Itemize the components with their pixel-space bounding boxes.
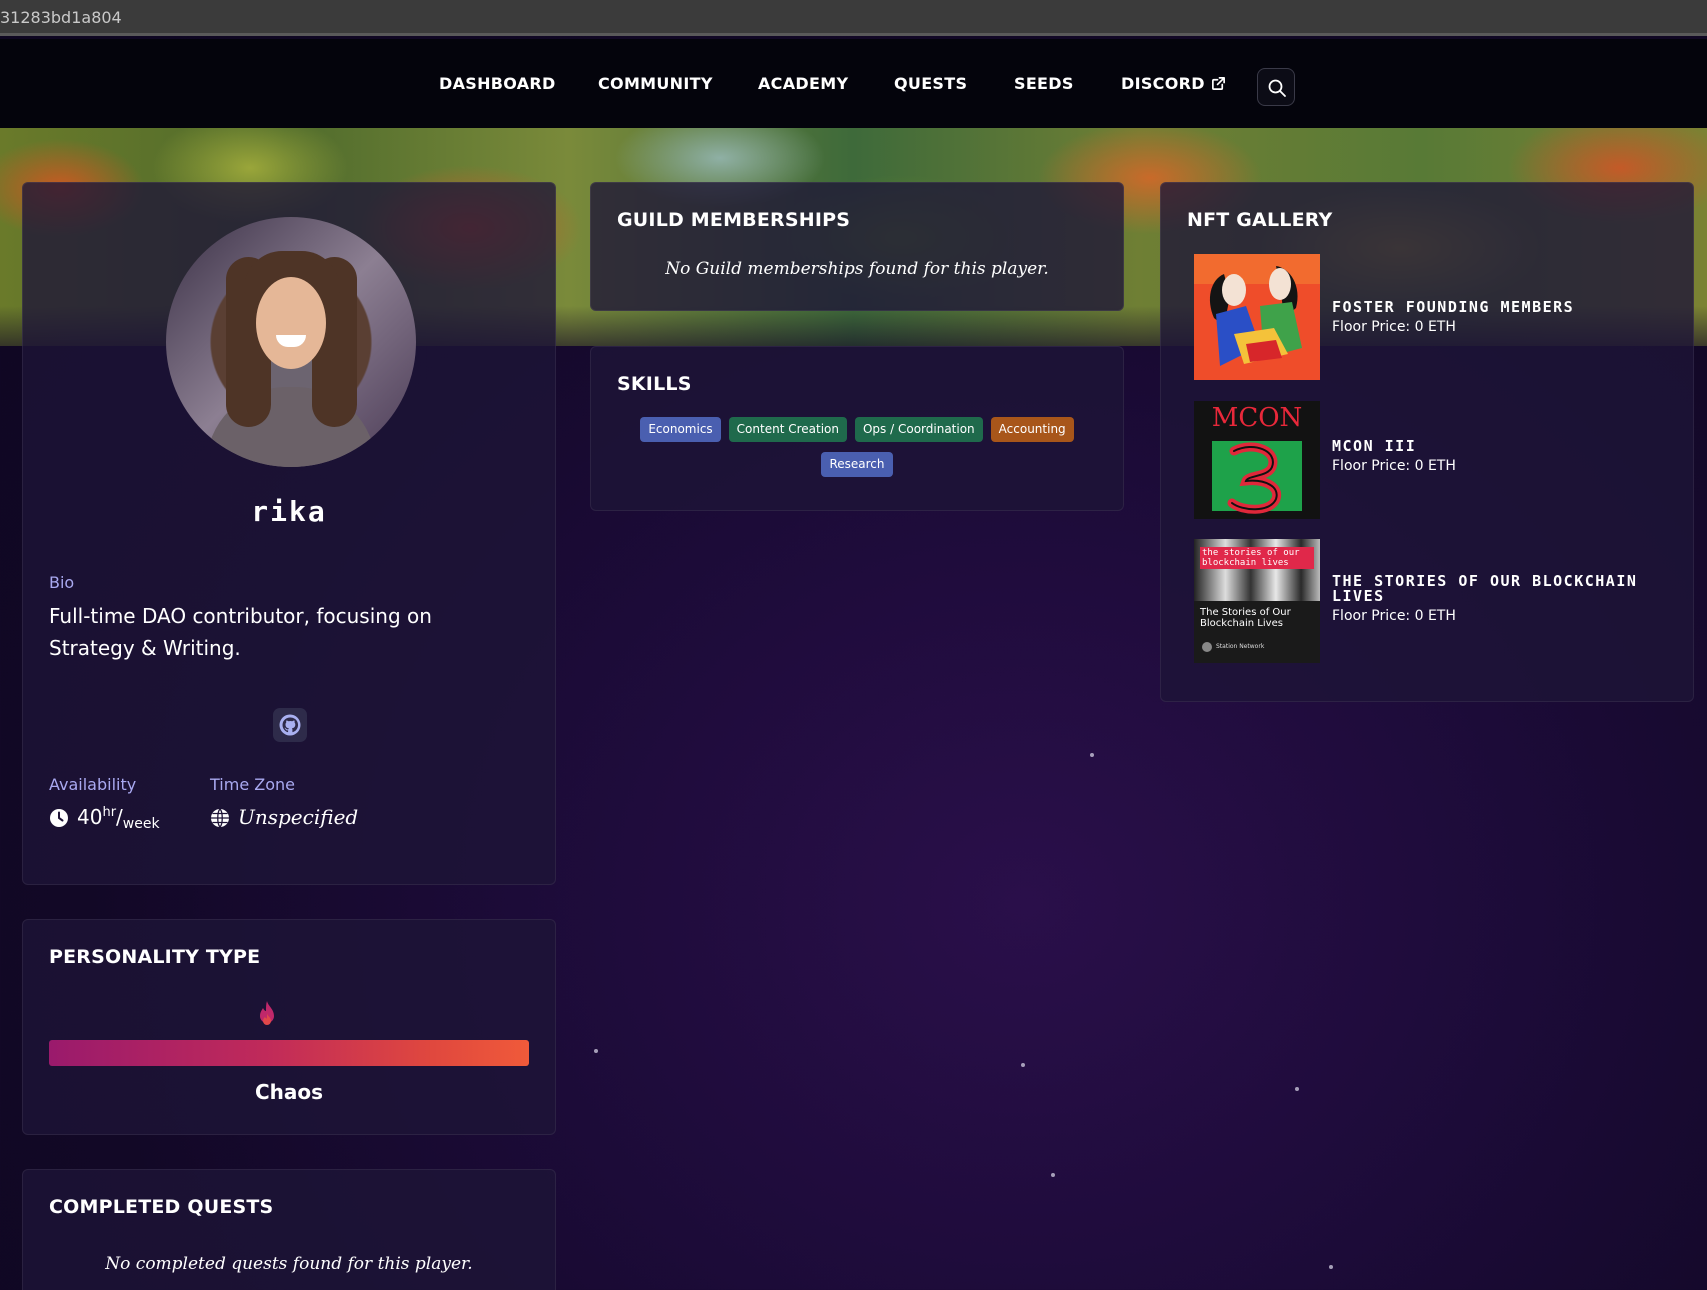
star-decoration — [1329, 1265, 1333, 1269]
github-link[interactable] — [273, 708, 307, 742]
timezone-value: Unspecified — [210, 805, 358, 833]
stories-thumb-caption: The Stories of Our Blockchain Lives — [1200, 607, 1291, 629]
flame-icon — [255, 1000, 279, 1035]
browser-url-bar[interactable]: 31283bd1a804 — [0, 0, 1707, 36]
globe-icon — [210, 808, 230, 833]
username: rika — [251, 495, 327, 528]
nft-gallery-title: NFT GALLERY — [1187, 209, 1333, 231]
skills-tag-list: Economics Content Creation Ops / Coordinat… — [617, 417, 1097, 487]
guild-memberships-title: GUILD MEMBERSHIPS — [617, 209, 851, 231]
star-decoration — [1295, 1087, 1299, 1091]
nft-thumbnail[interactable]: MCON — [1194, 401, 1320, 519]
search-icon — [1268, 79, 1286, 97]
nav-seeds[interactable]: SEEDS — [1014, 74, 1074, 93]
nft-title[interactable]: The Stories of Our Blockchain Lives — [1332, 574, 1662, 604]
star-decoration — [1021, 1063, 1025, 1067]
guild-memberships-empty: No Guild memberships found for this play… — [665, 259, 1049, 279]
bio-label: Bio — [49, 573, 75, 592]
clock-icon — [49, 808, 69, 833]
nft-gallery-card: NFT GALLERY Foster Founding Members Floo… — [1160, 182, 1694, 702]
url-text[interactable]: 31283bd1a804 — [0, 8, 122, 27]
profile-card: rika Bio Full-time DAO contributor, focu… — [22, 182, 556, 885]
skills-card: SKILLS Economics Content Creation Ops / Co… — [590, 346, 1124, 511]
nft-title[interactable]: Foster Founding Members — [1332, 300, 1574, 315]
top-navigation: DASHBOARD COMMUNITY ACADEMY QUESTS SEEDS… — [0, 39, 1707, 128]
stories-thumb-banner: the stories of our blockchain lives — [1200, 547, 1314, 569]
skill-tag-content-creation[interactable]: Content Creation — [728, 417, 847, 442]
skill-tag-research[interactable]: Research — [821, 452, 893, 477]
timezone-text: Unspecified — [238, 805, 359, 829]
personality-card: PERSONALITY TYPE Chaos — [22, 919, 556, 1135]
skill-tag-ops-coordination[interactable]: Ops / Coordination — [854, 417, 983, 442]
completed-quests-card: COMPLETED QUESTS No completed quests fou… — [22, 1169, 556, 1290]
availability-unit-bottom: week — [122, 816, 160, 832]
nft-item[interactable]: MCON MCON III Floor Price: 0 ETH — [1194, 401, 1694, 519]
station-network-logo — [1202, 642, 1212, 652]
timezone-label: Time Zone — [210, 775, 295, 794]
availability-unit-top: hr — [102, 805, 117, 820]
skill-tag-accounting[interactable]: Accounting — [990, 417, 1074, 442]
completed-quests-empty: No completed quests found for this playe… — [105, 1254, 473, 1274]
personality-type: Chaos — [254, 1080, 324, 1104]
skills-title: SKILLS — [617, 373, 692, 395]
bio-text: Full-time DAO contributor, focusing on S… — [49, 604, 432, 660]
avatar — [166, 217, 416, 467]
completed-quests-title: COMPLETED QUESTS — [49, 1196, 274, 1218]
availability-label: Availability — [49, 775, 137, 794]
nft-title[interactable]: MCON III — [1332, 439, 1416, 454]
nav-dashboard[interactable]: DASHBOARD — [439, 74, 556, 93]
nft-thumbnail[interactable]: the stories of our blockchain lives The … — [1194, 539, 1320, 663]
stories-thumb-footer: Station Network — [1216, 643, 1265, 650]
nft-price: Floor Price: 0 ETH — [1332, 458, 1456, 474]
foster-artwork-image — [1194, 254, 1320, 380]
star-decoration — [594, 1049, 598, 1053]
skill-tag-economics[interactable]: Economics — [640, 417, 721, 442]
github-icon — [279, 714, 301, 736]
nav-discord[interactable]: DISCORD — [1121, 74, 1226, 95]
availability-hours: 40 — [77, 805, 103, 829]
nft-price: Floor Price: 0 ETH — [1332, 608, 1456, 624]
nav-community[interactable]: COMMUNITY — [598, 74, 713, 93]
nft-item[interactable]: Foster Founding Members Floor Price: 0 E… — [1194, 254, 1694, 380]
search-button[interactable] — [1257, 68, 1295, 106]
nft-item[interactable]: the stories of our blockchain lives The … — [1194, 539, 1694, 663]
external-link-icon — [1211, 76, 1226, 95]
star-decoration — [1051, 1173, 1055, 1177]
nav-list: DASHBOARD COMMUNITY ACADEMY QUESTS SEEDS… — [0, 39, 1707, 128]
star-decoration — [1090, 753, 1094, 757]
nft-thumbnail[interactable] — [1194, 254, 1320, 380]
nav-quests[interactable]: QUESTS — [894, 74, 967, 93]
availability-value: 40hr/week — [49, 805, 160, 833]
nft-price: Floor Price: 0 ETH — [1332, 319, 1456, 335]
nav-academy[interactable]: ACADEMY — [758, 74, 848, 93]
guild-memberships-card: GUILD MEMBERSHIPS No Guild memberships f… — [590, 182, 1124, 311]
nav-discord-label: DISCORD — [1121, 74, 1205, 93]
personality-gradient-bar — [49, 1040, 529, 1066]
personality-title: PERSONALITY TYPE — [49, 946, 261, 968]
mcon-thumb-text: MCON — [1211, 403, 1303, 433]
